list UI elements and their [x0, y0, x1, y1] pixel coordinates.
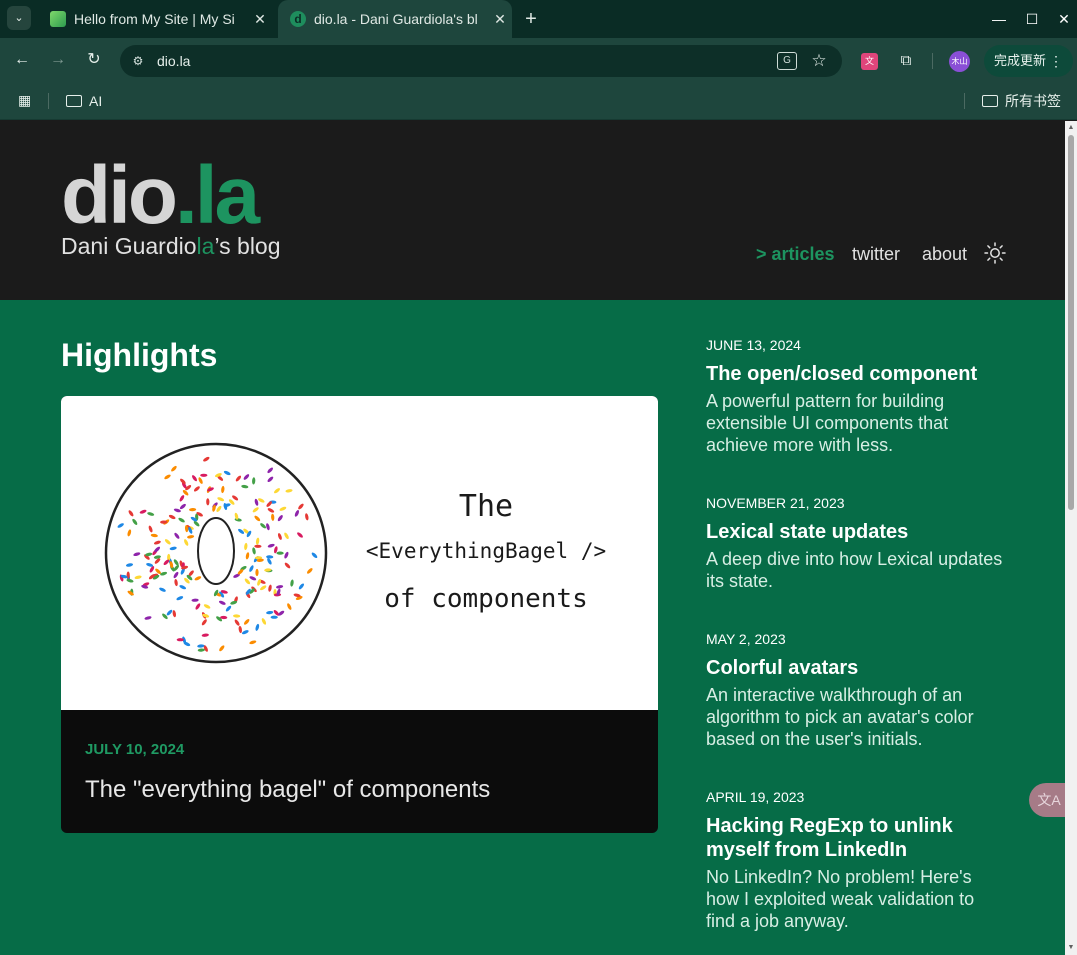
window-close-icon[interactable]: ✕: [1054, 9, 1074, 29]
illustration-text-component: <EverythingBagel />: [366, 539, 606, 563]
featured-article-card[interactable]: The <EverythingBagel /> of components JU…: [61, 396, 658, 833]
site-logo[interactable]: dio.la: [61, 150, 260, 241]
reload-icon[interactable]: ↻: [83, 49, 105, 71]
list-item[interactable]: NOVEMBER 21, 2023 Lexical state updates …: [706, 494, 1006, 592]
tagline-suffix: ’s blog: [214, 233, 281, 259]
all-bookmarks-folder[interactable]: 所有书签: [982, 91, 1061, 111]
back-arrow-icon[interactable]: ←: [11, 49, 33, 71]
apps-grid-icon[interactable]: ▦: [18, 92, 34, 108]
list-item[interactable]: JUNE 13, 2024 The open/closed component …: [706, 336, 1006, 456]
site-tagline: Dani Guardiola’s blog: [61, 233, 281, 260]
tab-title: Hello from My Site | My Si: [74, 11, 235, 27]
featured-article-image: The <EverythingBagel /> of components: [61, 396, 658, 710]
more-vert-icon: ⋮: [1049, 53, 1063, 69]
nav-twitter-link[interactable]: twitter: [852, 241, 900, 267]
tab-search-button[interactable]: ⌄: [7, 6, 31, 30]
bookmark-folder-label: AI: [89, 93, 103, 109]
browser-tab-2-active[interactable]: d dio.la - Dani Guardiola's bl ✕: [278, 0, 512, 38]
tagline-prefix: Dani Guardio: [61, 233, 197, 259]
logo-part-dio: dio: [61, 150, 178, 241]
update-button-label: 完成更新: [994, 53, 1047, 68]
sprinkle: [200, 473, 208, 477]
all-bookmarks-label: 所有书签: [1005, 93, 1061, 109]
maximize-icon[interactable]: ☐: [1022, 9, 1042, 29]
nav-articles-link[interactable]: > articles: [756, 241, 835, 267]
article-title[interactable]: The open/closed component: [706, 362, 1006, 386]
article-title[interactable]: Colorful avatars: [706, 656, 1006, 680]
browser-toolbar: ← → ↻ ⚙ dio.la G ☆ 文 ⧉ 木山 完成更新 ⋮: [0, 38, 1077, 82]
dio-la-favicon-icon: d: [290, 11, 306, 27]
article-description: A deep dive into how Lexical updates its…: [706, 549, 1003, 591]
translate-icon[interactable]: G: [777, 52, 797, 70]
folder-icon: [66, 95, 82, 107]
bookmarks-bar: ▦ AI 所有书签: [0, 82, 1077, 120]
logo-part-la: la: [194, 150, 260, 241]
bookmarks-divider: [48, 93, 49, 109]
tab-strip: ⌄ Hello from My Site | My Si ✕ d dio.la …: [0, 0, 1077, 38]
article-description: A powerful pattern for building extensib…: [706, 391, 949, 455]
toolbar-divider: [932, 53, 933, 69]
list-item[interactable]: APRIL 19, 2023 Hacking RegExp to unlink …: [706, 788, 1006, 932]
forward-arrow-icon[interactable]: →: [47, 49, 69, 71]
update-button[interactable]: 完成更新 ⋮: [984, 45, 1073, 77]
extensions-puzzle-icon[interactable]: ⧉: [896, 51, 916, 71]
article-date: JUNE 13, 2024: [706, 337, 801, 353]
featured-article-date: JULY 10, 2024: [85, 741, 185, 758]
sprinkle: [270, 615, 278, 619]
article-date: APRIL 19, 2023: [706, 789, 805, 805]
article-date: MAY 2, 2023: [706, 631, 786, 647]
illustration-text-the: The: [459, 489, 513, 524]
article-date: NOVEMBER 21, 2023: [706, 495, 845, 511]
browser-tab-1[interactable]: Hello from My Site | My Si ✕: [38, 0, 272, 38]
extension-red-icon[interactable]: 文: [861, 53, 878, 70]
scrollbar-thumb[interactable]: [1068, 135, 1074, 510]
bookmark-star-icon[interactable]: ☆: [808, 50, 830, 72]
scroll-up-arrow-icon[interactable]: ▲: [1067, 124, 1075, 132]
profile-avatar[interactable]: 木山: [949, 51, 970, 72]
sprinkle: [176, 638, 184, 642]
article-description: No LinkedIn? No problem! Here's how I ex…: [706, 867, 975, 931]
highlights-heading: Highlights: [61, 337, 218, 373]
tab-title: dio.la - Dani Guardiola's bl: [314, 11, 478, 27]
logo-dot: .: [174, 150, 198, 241]
close-icon[interactable]: ✕: [490, 11, 510, 28]
new-tab-plus-icon[interactable]: +: [520, 8, 542, 30]
site-header: dio.la Dani Guardiola’s blog > articles …: [0, 121, 1065, 300]
bagel-illustration: The <EverythingBagel /> of components: [104, 442, 606, 664]
bookmarks-divider: [964, 93, 965, 109]
article-description: An interactive walkthrough of an algorit…: [706, 685, 974, 749]
site-main: Highlights The <EverythingBagel /> of co…: [0, 300, 1065, 955]
article-title[interactable]: Hacking RegExp to unlink myself from Lin…: [706, 814, 1006, 862]
url-text[interactable]: dio.la: [157, 52, 190, 70]
illustration-text-of-components: of components: [384, 584, 588, 614]
folder-icon: [982, 95, 998, 107]
featured-article-title[interactable]: The "everything bagel" of components: [85, 776, 490, 804]
site-settings-icon[interactable]: ⚙: [129, 52, 147, 70]
address-bar[interactable]: ⚙ dio.la G ☆: [120, 45, 842, 77]
floating-translate-icon[interactable]: 文A: [1029, 783, 1069, 817]
nav-about-link[interactable]: about: [922, 241, 967, 267]
sprinkle: [276, 551, 284, 555]
article-title[interactable]: Lexical state updates: [706, 520, 1006, 544]
list-item[interactable]: MAY 2, 2023 Colorful avatars An interact…: [706, 630, 1006, 750]
site-favicon-icon: [50, 11, 66, 27]
scroll-down-arrow-icon[interactable]: ▼: [1067, 944, 1075, 952]
chevron-down-icon: ⌄: [14, 12, 24, 24]
theme-toggle-sun-icon[interactable]: [983, 241, 1007, 265]
minimize-icon[interactable]: —: [989, 9, 1009, 29]
tagline-highlight: la: [196, 233, 215, 259]
close-icon[interactable]: ✕: [250, 11, 270, 28]
bookmark-folder-ai[interactable]: AI: [66, 91, 102, 111]
page-scrollbar[interactable]: ▲ ▼: [1065, 121, 1077, 955]
